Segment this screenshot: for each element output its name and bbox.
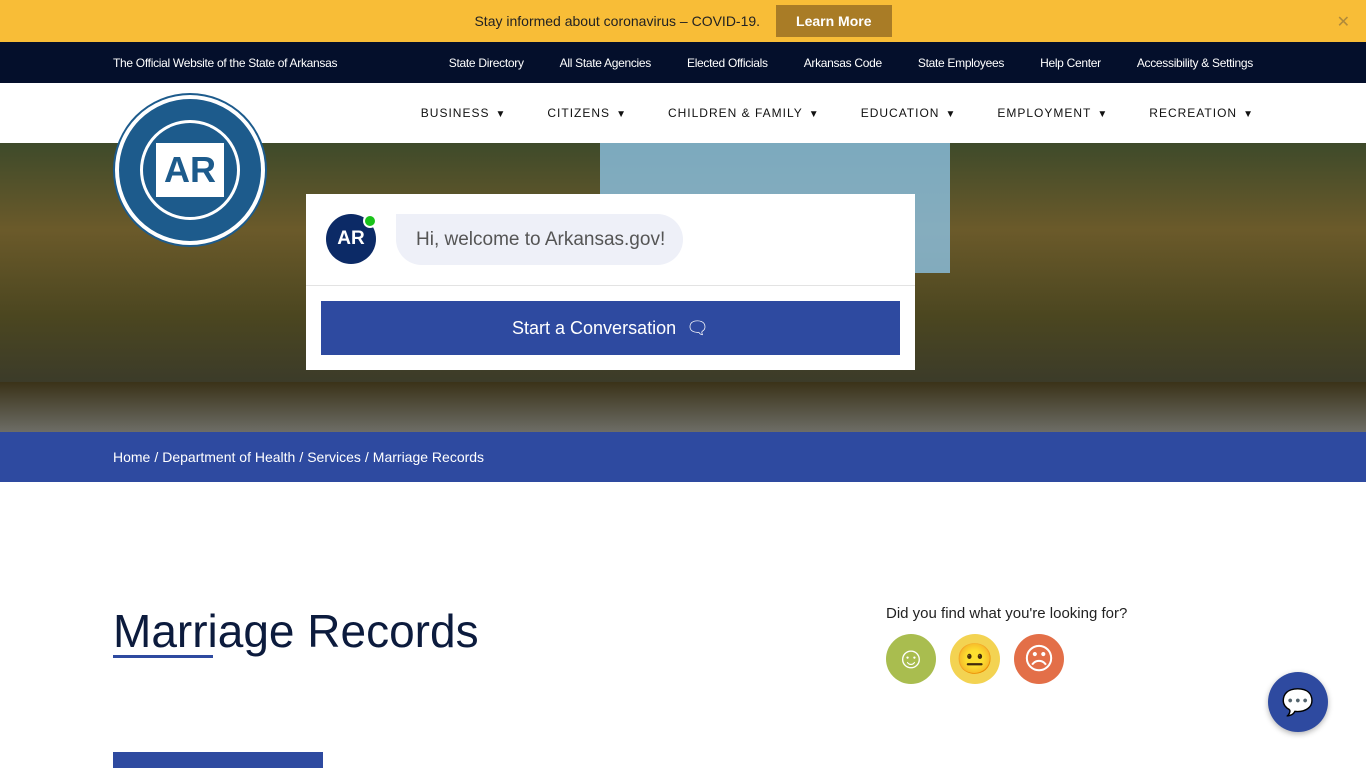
separator: / [154, 449, 159, 465]
nav-label: CITIZENS [547, 106, 611, 120]
nav-education[interactable]: EDUCATION ▼ [861, 106, 957, 120]
util-link-elected[interactable]: Elected Officials [687, 56, 768, 70]
start-conversation-button[interactable]: Start a Conversation 🗨 [321, 301, 900, 355]
breadcrumb-current: Marriage Records [372, 449, 485, 465]
close-icon[interactable]: ✕ [1337, 12, 1350, 32]
happy-face-icon[interactable]: ☺ [886, 634, 936, 684]
title-underline [113, 655, 213, 658]
site-label: The Official Website of the State of Ark… [113, 55, 338, 70]
util-link-employees[interactable]: State Employees [918, 56, 1005, 70]
util-link-code[interactable]: Arkansas Code [804, 56, 882, 70]
caret-down-icon: ▼ [945, 109, 957, 120]
util-link-accessibility[interactable]: Accessibility & Settings [1137, 56, 1253, 70]
live-chat-button[interactable]: 💬 [1268, 672, 1328, 732]
separator: / [364, 449, 369, 465]
page-title: Marriage Records [113, 605, 479, 657]
alert-text: Stay informed about coronavirus – COVID-… [474, 13, 761, 29]
content-button[interactable] [113, 752, 323, 768]
feedback-widget: Did you find what you're looking for? ☺ … [886, 605, 1127, 684]
learn-more-button[interactable]: Learn More [776, 5, 892, 37]
divider [306, 285, 915, 286]
breadcrumb: Home / Department of Health / Services / Ma… [0, 432, 1366, 482]
nav-employment[interactable]: EMPLOYMENT ▼ [997, 106, 1108, 120]
nav-business[interactable]: BUSINESS ▼ [421, 106, 507, 120]
hero-river [0, 382, 1366, 432]
caret-down-icon: ▼ [808, 109, 820, 120]
button-label: Start a Conversation [512, 317, 677, 338]
feedback-question: Did you find what you're looking for? [886, 605, 1128, 622]
arkansas-seal-logo[interactable]: AR [115, 95, 265, 245]
caret-down-icon: ▼ [1097, 109, 1109, 120]
utility-bar: The Official Website of the State of Ark… [0, 42, 1366, 83]
nav-citizens[interactable]: CITIZENS ▼ [547, 106, 627, 120]
neutral-face-icon[interactable]: 😐 [950, 634, 1000, 684]
nav-recreation[interactable]: RECREATION ▼ [1149, 106, 1254, 120]
chat-bubble-icon: 🗨 [686, 317, 709, 338]
chat-icon: 💬 [1281, 686, 1315, 717]
chat-widget: AR Hi, welcome to Arkansas.gov! Start a … [306, 194, 915, 370]
caret-down-icon: ▼ [616, 109, 627, 120]
caret-down-icon: ▼ [495, 109, 507, 120]
covid-alert-bar: Stay informed about coronavirus – COVID-… [0, 0, 1366, 42]
breadcrumb-health[interactable]: Department of Health [162, 449, 295, 465]
breadcrumb-services[interactable]: Services [307, 449, 361, 465]
util-link-state-directory[interactable]: State Directory [449, 56, 524, 70]
nav-label: BUSINESS [420, 106, 490, 120]
sad-face-icon[interactable]: ☹ [1014, 634, 1064, 684]
nav-children-family[interactable]: CHILDREN & FAMILY ▼ [668, 106, 820, 120]
util-link-agencies[interactable]: All State Agencies [560, 56, 652, 70]
util-link-help[interactable]: Help Center [1040, 56, 1101, 70]
nav-label: EMPLOYMENT [997, 106, 1092, 120]
logo-mark: AR [156, 143, 224, 197]
nav-label: RECREATION [1149, 106, 1238, 120]
caret-down-icon: ▼ [1243, 109, 1254, 120]
online-status-icon [363, 214, 377, 228]
breadcrumb-home[interactable]: Home [113, 449, 150, 465]
chat-greeting: Hi, welcome to Arkansas.gov! [396, 214, 684, 265]
separator: / [299, 449, 304, 465]
nav-label: CHILDREN & FAMILY [667, 106, 803, 120]
nav-label: EDUCATION [860, 106, 940, 120]
